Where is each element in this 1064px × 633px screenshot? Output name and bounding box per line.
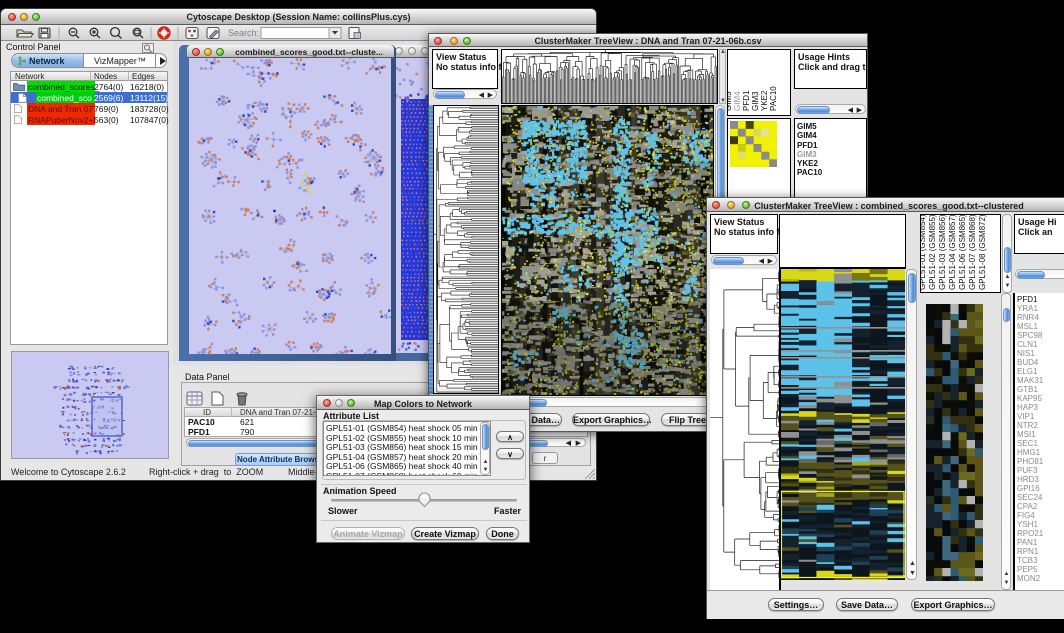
svg-text:Search:: Search: (228, 28, 259, 38)
